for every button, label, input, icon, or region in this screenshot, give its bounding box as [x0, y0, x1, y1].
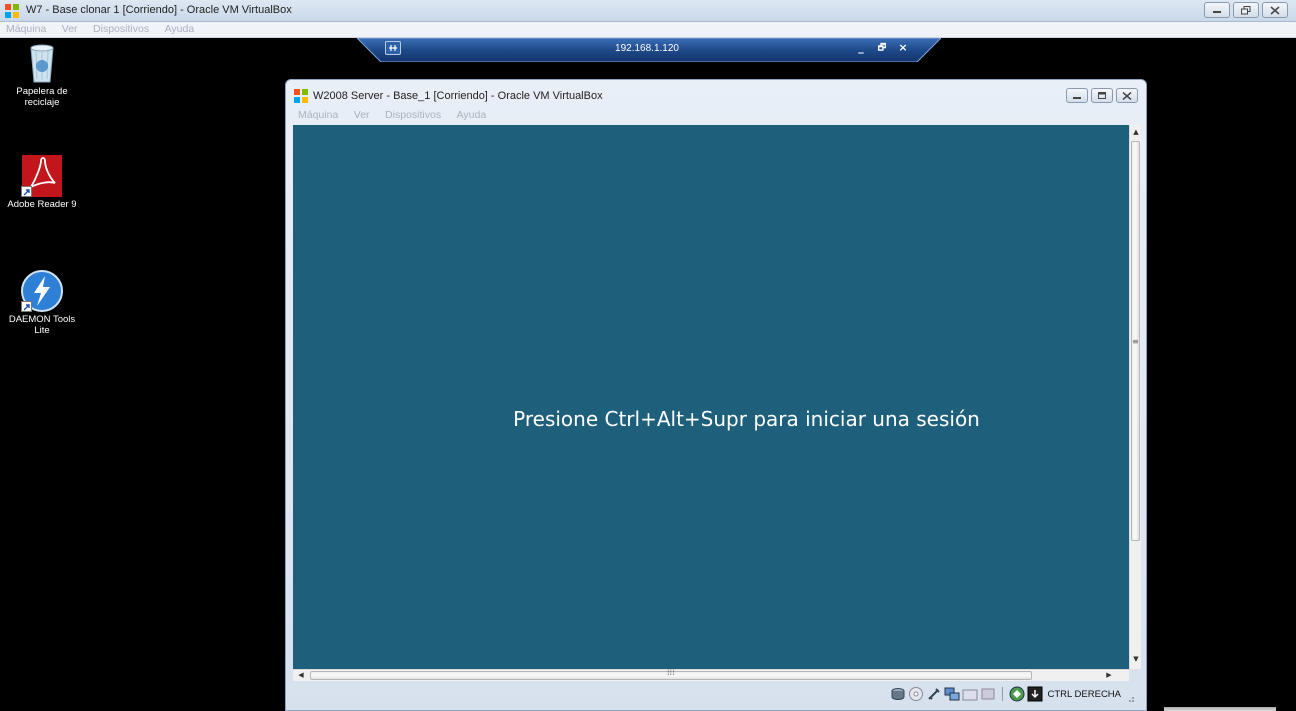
resize-grip-icon[interactable]: [1127, 695, 1135, 703]
vm-minimize-button[interactable]: [1066, 88, 1088, 103]
close-icon: [1122, 92, 1132, 100]
host-restore-button[interactable]: [1233, 2, 1259, 18]
vm-menubar: Máquina Ver Dispositivos Ayuda: [292, 108, 492, 123]
optical-drive-icon[interactable]: [908, 686, 924, 702]
vm-menu-maquina[interactable]: Máquina: [292, 108, 344, 123]
host-menu-ver[interactable]: Ver: [56, 22, 84, 37]
usb-icon[interactable]: [926, 686, 942, 702]
vm-window-titlebar[interactable]: W2008 Server - Base_1 [Corriendo] - Orac…: [286, 80, 1146, 106]
vm-maximize-button[interactable]: [1091, 88, 1113, 103]
recycle-bin-icon: [21, 42, 63, 84]
scroll-up-arrow-icon[interactable]: ▲: [1132, 128, 1140, 136]
host-minimize-button[interactable]: [1204, 2, 1230, 18]
virtualbox-app-icon: [5, 4, 19, 18]
desktop-icon-label: Adobe Reader 9: [7, 199, 77, 210]
taskbar-edge: [1164, 707, 1276, 711]
host-menu-dispositivos[interactable]: Dispositivos: [87, 22, 155, 37]
minimize-icon: [1213, 11, 1221, 13]
rdp-minimize-button[interactable]: _: [854, 41, 868, 55]
host-menubar: Máquina Ver Dispositivos Ayuda: [0, 22, 1296, 38]
desktop-icon-label: DAEMON Tools Lite: [8, 314, 76, 336]
maximize-icon: [1098, 92, 1106, 99]
vm-close-button[interactable]: [1116, 88, 1138, 103]
desktop-icon-label: Papelera de reciclaje: [16, 86, 68, 108]
daemon-tools-icon: [21, 270, 63, 312]
network-icon[interactable]: [944, 686, 960, 702]
rdp-restore-button[interactable]: 🗗: [875, 41, 889, 55]
restore-icon: [1241, 6, 1251, 15]
virtualbox-app-icon: [294, 89, 308, 103]
display-icon[interactable]: [980, 686, 996, 702]
scroll-left-arrow-icon[interactable]: ◀: [297, 671, 305, 679]
shared-folders-icon[interactable]: [962, 686, 978, 702]
desktop-icon-recycle-bin[interactable]: Papelera de reciclaje: [0, 42, 84, 108]
pin-icon: [389, 45, 397, 51]
status-separator: [1002, 687, 1004, 701]
host-menu-ayuda[interactable]: Ayuda: [159, 22, 201, 37]
minimize-icon: [1073, 97, 1081, 99]
vm-menu-ayuda[interactable]: Ayuda: [451, 108, 493, 123]
hard-disk-icon[interactable]: [890, 686, 906, 702]
scroll-down-arrow-icon[interactable]: ▼: [1132, 655, 1140, 663]
shortcut-arrow-icon: [21, 186, 32, 197]
host-window-titlebar[interactable]: W7 - Base clonar 1 [Corriendo] - Oracle …: [0, 0, 1296, 22]
scroll-right-arrow-icon[interactable]: ▶: [1105, 671, 1113, 679]
host-menu-maquina[interactable]: Máquina: [0, 22, 52, 37]
close-icon: [1270, 6, 1280, 15]
vm-menu-dispositivos[interactable]: Dispositivos: [379, 108, 447, 123]
vm-menu-ver[interactable]: Ver: [348, 108, 376, 123]
host-close-button[interactable]: [1262, 2, 1288, 18]
rdp-connection-bar[interactable]: 192.168.1.120 _ 🗗 ×: [357, 38, 941, 62]
scroll-grip-icon: ⁞⁞⁞: [667, 668, 675, 677]
desktop-icon-daemon-tools[interactable]: DAEMON Tools Lite: [0, 270, 84, 336]
host-window-title: W7 - Base clonar 1 [Corriendo] - Oracle …: [26, 4, 292, 16]
scroll-grip-icon: ≡: [1132, 337, 1139, 346]
virtualization-icon[interactable]: [1009, 686, 1025, 702]
host-key-label: CTRL DERECHA: [1047, 688, 1121, 700]
shortcut-arrow-icon: [21, 301, 32, 312]
vm-statusbar: CTRL DERECHA: [293, 683, 1139, 705]
rdp-pin-button[interactable]: [385, 41, 401, 55]
login-prompt-message: Presione Ctrl+Alt+Supr para iniciar una …: [513, 407, 980, 431]
rdp-close-button[interactable]: ×: [896, 41, 910, 55]
vm-window-title: W2008 Server - Base_1 [Corriendo] - Orac…: [313, 90, 603, 102]
mouse-integration-icon[interactable]: [1027, 686, 1043, 702]
vm-window[interactable]: W2008 Server - Base_1 [Corriendo] - Orac…: [285, 79, 1147, 711]
horizontal-scrollbar[interactable]: ◀ ⁞⁞⁞ ▶: [293, 668, 1129, 681]
vm-display[interactable]: Presione Ctrl+Alt+Supr para iniciar una …: [293, 125, 1129, 669]
rdp-address: 192.168.1.120: [615, 43, 679, 54]
desktop-icon-adobe-reader[interactable]: Adobe Reader 9: [0, 155, 84, 210]
adobe-reader-icon: [21, 155, 63, 197]
vertical-scrollbar[interactable]: ▲ ≡ ▼: [1129, 125, 1141, 669]
